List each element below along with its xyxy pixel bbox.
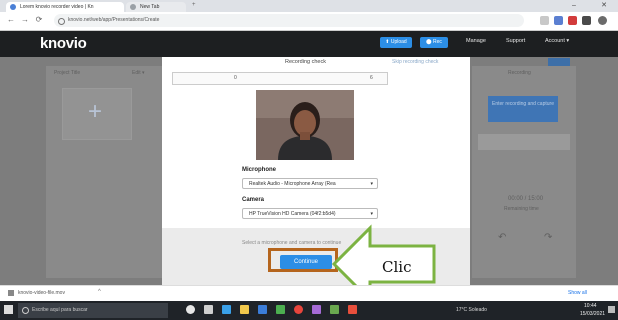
taskbar-search[interactable]: Escribe aquí para buscar [18,303,168,318]
minimize-window-icon[interactable]: – [566,0,582,12]
panel-tab[interactable] [548,58,570,66]
url-text: knovio.net/web/app/Presentations/Create [68,17,160,23]
browser-tab-2[interactable]: New Tab [126,2,186,12]
new-tab-favicon-icon [130,4,136,10]
edge-icon[interactable] [222,305,231,314]
app-header [0,31,618,57]
upload-button[interactable]: ⬆ Upload [380,37,412,48]
undo-icon[interactable]: ↶ [498,232,506,243]
microphone-label: Microphone [242,167,276,173]
clock-time[interactable]: 10:44 [584,303,597,309]
address-bar[interactable]: knovio.net/web/app/Presentations/Create [54,14,524,27]
extension-icon[interactable] [568,16,577,25]
modal-title: Recording check [285,59,326,65]
clock-date[interactable]: 15/03/2021 [580,311,605,317]
audio-level-meter [172,72,388,85]
knovio-favicon-icon [10,4,16,10]
cortana-icon[interactable] [186,305,195,314]
app-icon[interactable] [348,305,357,314]
camera-preview [256,90,354,160]
task-view-icon[interactable] [204,305,213,314]
skip-check-link[interactable]: Skip recording check [392,59,438,65]
profile-avatar-icon[interactable] [598,16,607,25]
enter-recording-button[interactable]: Enter recording and capture [488,96,558,122]
footer-hint: Select a microphone and camera to contin… [242,240,342,246]
support-link[interactable]: Support [506,38,525,44]
search-icon [22,307,29,314]
chevron-down-icon: ▾ [370,211,373,217]
browser-tab-1[interactable]: Lorem knovio recorder video | Kn [6,2,124,12]
chevron-up-icon[interactable]: ^ [98,289,101,295]
download-item[interactable]: knovio-video-file.mov [18,290,65,296]
project-edit-link[interactable]: Edit ▾ [132,70,145,76]
show-all-link[interactable]: Show all [568,290,587,296]
forward-icon[interactable]: → [20,14,30,26]
click-annotation-label: Clic [382,258,412,276]
camera-select[interactable]: HP TrueVision HD Camera (04f2:b5d4) ▾ [242,208,378,219]
app-icon[interactable] [330,305,339,314]
meter-max: 6 [370,75,373,81]
extension-icon[interactable] [554,16,563,25]
lock-icon [58,18,65,25]
redo-icon[interactable]: ↷ [544,232,552,243]
chevron-down-icon: ▾ [370,181,373,187]
microphone-select[interactable]: Realtek Audio - Microphone Array (Rea ▾ [242,178,378,189]
file-explorer-icon[interactable] [240,305,249,314]
record-button[interactable]: ⬤ Rec [420,37,448,48]
manage-link[interactable]: Manage [466,38,486,44]
chrome-icon[interactable] [294,305,303,314]
extension-icon[interactable] [582,16,591,25]
file-icon [8,290,14,296]
reload-icon[interactable]: ⟳ [34,14,44,26]
downloads-bar [0,285,618,302]
windows-start-icon[interactable] [4,305,13,314]
recording-panel-title: Recording [508,70,531,76]
notification-icon[interactable] [608,306,615,313]
meter-min: 0 [234,75,237,81]
app-icon[interactable] [312,305,321,314]
excel-icon[interactable] [276,305,285,314]
knovio-logo[interactable]: knovio [40,35,87,52]
add-icon[interactable]: + [88,98,102,126]
weather-widget[interactable]: 17°C Soleado [456,307,487,313]
back-icon[interactable]: ← [6,14,16,26]
recording-timer: 00:00 / 15:00 [508,196,544,202]
recording-toolbar [478,134,570,150]
account-menu[interactable]: Account ▾ [545,38,569,44]
extension-icon[interactable] [540,16,549,25]
word-icon[interactable] [258,305,267,314]
continue-highlight-box [268,248,338,272]
new-tab-button[interactable]: + [192,2,196,8]
close-window-icon[interactable]: ✕ [596,0,612,12]
camera-label: Camera [242,197,265,203]
project-title: Project Title [54,70,81,76]
remaining-time-label: Remaining time [504,206,539,212]
webcam-person-image [256,90,354,160]
